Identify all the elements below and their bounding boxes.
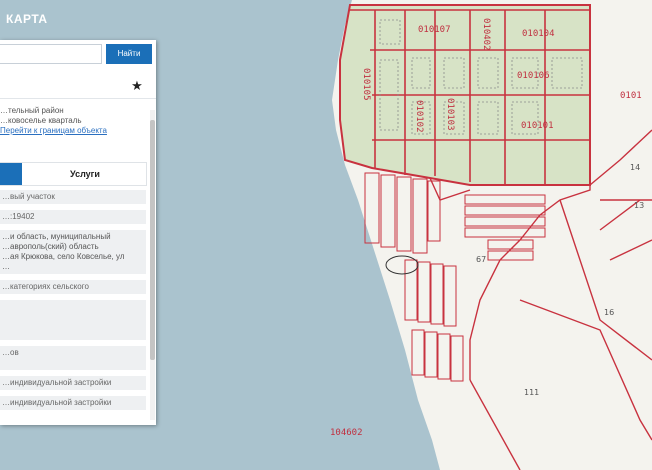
attribute-field: …и область, муниципальный …аврополь(ский… (0, 230, 146, 274)
map-label: 010402 (481, 18, 491, 51)
attribute-label: …:19402 (2, 212, 35, 221)
map-label: 010104 (522, 29, 555, 39)
attribute-label: …вый участок (2, 192, 55, 201)
attribute-field: …индивидуальной застройки (0, 396, 146, 410)
map-label: 0101 (620, 91, 642, 101)
attribute-label (2, 302, 144, 312)
attribute-field: …:19402 (0, 210, 146, 224)
attribute-value: …ая Крюкова, село Ковселье, ул (2, 252, 125, 261)
attribute-label: …индивидуальной застройки (2, 378, 112, 387)
attribute-value: … (2, 262, 10, 271)
panel-toolbar: ★ (0, 74, 156, 99)
map-label: 010101 (521, 121, 554, 131)
tab-services[interactable]: Услуги (24, 163, 146, 185)
map-label: 16 (604, 308, 614, 317)
info-panel: Найти ★ …тельный район …ковоселье кварта… (0, 40, 156, 425)
attribute-field: …ов (0, 346, 146, 370)
search-button[interactable]: Найти (106, 44, 152, 64)
map-label: 010107 (418, 25, 451, 35)
panel-scrollbar[interactable] (150, 110, 155, 420)
summary-line: …ковоселье кварталь (0, 116, 82, 125)
search-input[interactable] (0, 44, 102, 64)
attribute-field: …вый участок (0, 190, 146, 204)
attribute-field: …индивидуальной застройки (0, 376, 146, 390)
panel-tabs: Услуги (0, 162, 147, 186)
attribute-label: …ов (2, 348, 19, 357)
star-icon[interactable]: ★ (128, 77, 146, 95)
attribute-field (0, 300, 146, 340)
map-label: 010102 (414, 100, 424, 133)
attribute-value: …и область, муниципальный (2, 232, 111, 241)
tab-info[interactable] (0, 163, 22, 185)
zoom-to-object-link[interactable]: Перейти к границам объекта (0, 126, 107, 135)
summary-line: …тельный район (0, 106, 64, 115)
app-title: КАРТА (6, 12, 48, 26)
scrollbar-thumb[interactable] (150, 120, 155, 360)
map-label: 104602 (330, 428, 363, 438)
map-label: 13 (634, 201, 644, 210)
map-label: 010106 (517, 71, 550, 81)
attribute-value: …аврополь(ский) область (2, 242, 99, 251)
map-label: 67 (476, 255, 486, 264)
map-label: 010105 (361, 68, 371, 101)
object-summary: …тельный район …ковоселье кварталь Перей… (0, 106, 150, 136)
attribute-list: …вый участок …:19402 …и область, муницип… (0, 190, 146, 416)
attribute-field: …категориях сельского (0, 280, 146, 294)
map-label: 14 (630, 163, 640, 172)
search-bar: Найти (0, 44, 156, 66)
attribute-label: …индивидуальной застройки (2, 398, 112, 407)
map-label: 111 (524, 388, 539, 397)
map-label: 010103 (445, 98, 455, 131)
attribute-label: …категориях сельского (2, 282, 89, 291)
